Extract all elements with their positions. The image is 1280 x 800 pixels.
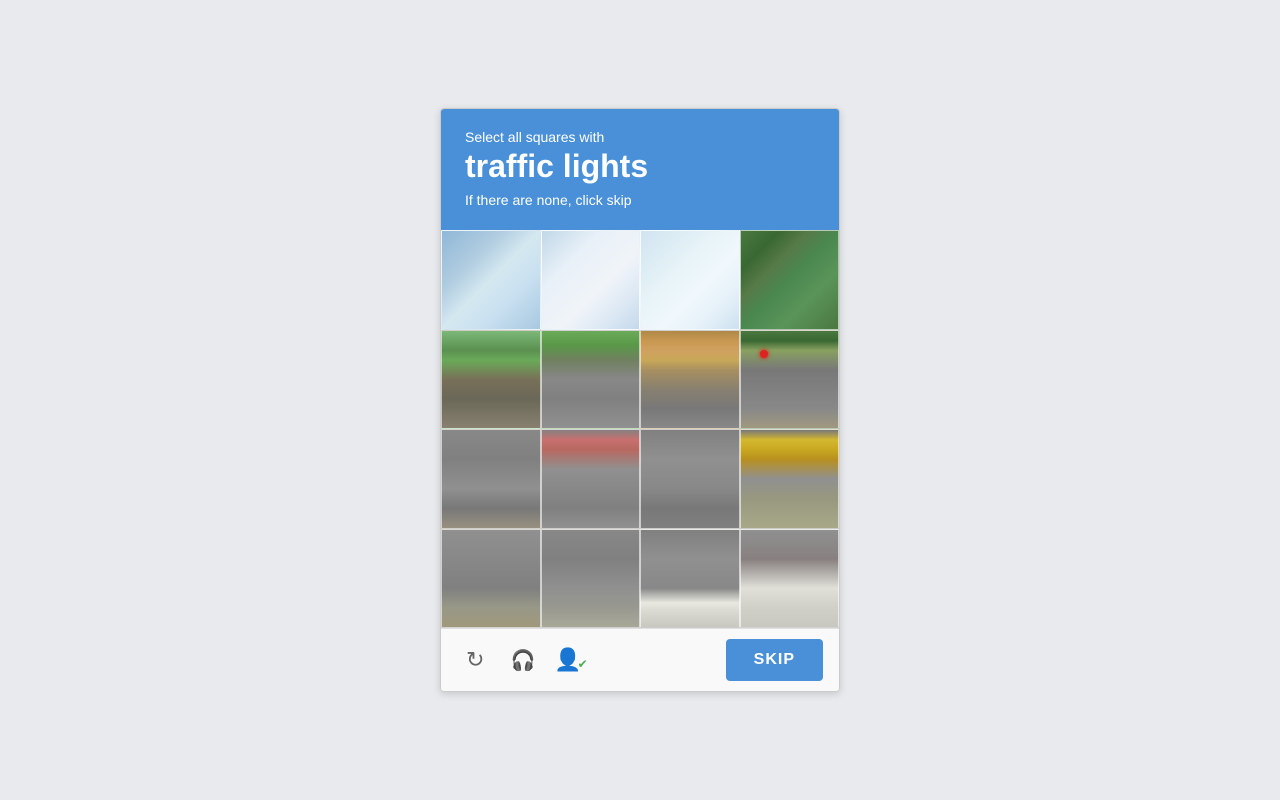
captcha-footer: ↺ 🎧 👤 ✔ SKIP bbox=[441, 628, 839, 691]
grid-cell-r4c2[interactable] bbox=[541, 529, 641, 629]
audio-button[interactable]: 🎧 bbox=[505, 642, 541, 678]
captcha-grid bbox=[441, 230, 839, 628]
grid-cell-r4c1[interactable] bbox=[441, 529, 541, 629]
grid-cell-r4c3[interactable] bbox=[640, 529, 740, 629]
captcha-widget: Select all squares with traffic lights I… bbox=[440, 108, 840, 692]
captcha-header: Select all squares with traffic lights I… bbox=[441, 109, 839, 230]
grid-cell-r3c1[interactable] bbox=[441, 429, 541, 529]
refresh-button[interactable]: ↺ bbox=[457, 642, 493, 678]
grid-cell-r2c1[interactable] bbox=[441, 330, 541, 430]
grid-cell-r1c2[interactable] bbox=[541, 230, 641, 330]
grid-cell-r2c3[interactable] bbox=[640, 330, 740, 430]
grid-cell-r1c1[interactable] bbox=[441, 230, 541, 330]
grid-cell-r2c2[interactable] bbox=[541, 330, 641, 430]
grid-cell-r2c4[interactable] bbox=[740, 330, 840, 430]
grid-cell-r1c4[interactable] bbox=[740, 230, 840, 330]
headphone-icon: 🎧 bbox=[511, 648, 536, 673]
refresh-icon: ↺ bbox=[466, 647, 484, 673]
grid-cell-r3c2[interactable] bbox=[541, 429, 641, 529]
grid-cell-r3c4[interactable] bbox=[740, 429, 840, 529]
captcha-subject: traffic lights bbox=[465, 149, 815, 184]
grid-cell-r4c4[interactable] bbox=[740, 529, 840, 629]
skip-hint-text: If there are none, click skip bbox=[465, 192, 815, 208]
skip-button[interactable]: SKIP bbox=[726, 639, 823, 681]
footer-icons: ↺ 🎧 👤 ✔ bbox=[457, 642, 722, 678]
select-prefix-text: Select all squares with bbox=[465, 129, 815, 145]
grid-cell-r3c3[interactable] bbox=[640, 429, 740, 529]
user-verify-button[interactable]: 👤 ✔ bbox=[553, 642, 589, 678]
grid-cell-r1c3[interactable] bbox=[640, 230, 740, 330]
checkmark-icon: ✔ bbox=[578, 657, 588, 671]
